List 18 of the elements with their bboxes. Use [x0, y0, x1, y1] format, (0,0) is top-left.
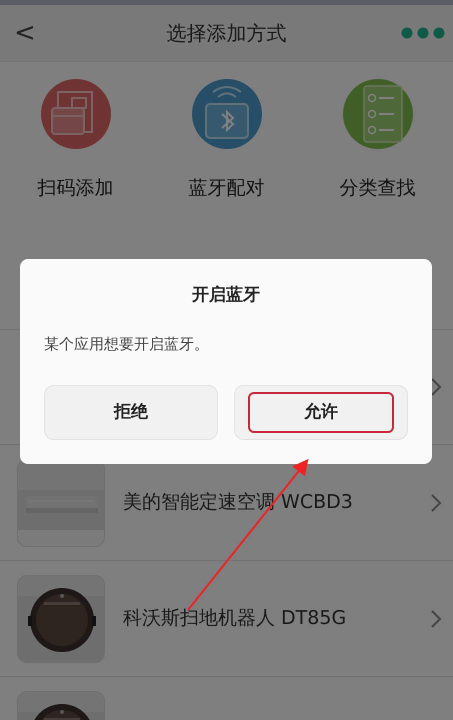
dialog-message: 某个应用想要开启蓝牙。: [44, 334, 210, 354]
scan-icon[interactable]: [40, 78, 112, 150]
dialog-title: 开启蓝牙: [190, 284, 261, 307]
more-icon[interactable]: [401, 27, 445, 39]
device-name[interactable]: 科沃斯扫地机器人 DT85G: [123, 604, 346, 633]
method-label[interactable]: 扫码添加: [38, 174, 114, 202]
allow-button[interactable]: 允许: [234, 385, 408, 440]
chevron-icon: [429, 608, 443, 628]
device-name[interactable]: 美的智能定速空调 WCBD3: [123, 488, 353, 517]
list-icon[interactable]: [342, 78, 414, 150]
chevron-icon: [429, 377, 443, 397]
bluetooth-icon[interactable]: [190, 78, 262, 150]
deny-button[interactable]: 拒绝: [44, 385, 218, 440]
back-button[interactable]: <: [0, 20, 50, 46]
chevron-icon: [429, 492, 443, 512]
page-title: 选择添加方式: [166, 20, 286, 47]
method-label[interactable]: 蓝牙配对: [188, 174, 264, 202]
method-label[interactable]: 分类查找: [340, 174, 416, 202]
